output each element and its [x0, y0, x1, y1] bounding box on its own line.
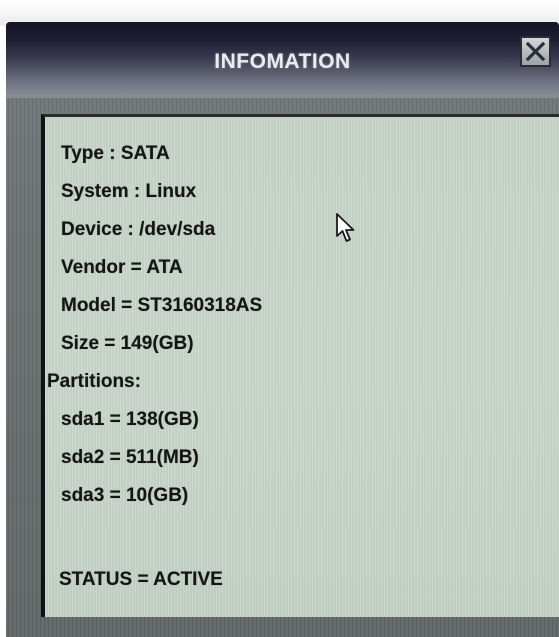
close-button[interactable]: [520, 36, 551, 67]
partition-line-sda1: sda1 = 138(GB): [61, 409, 199, 430]
type-line: Type : SATA: [61, 143, 170, 164]
close-x-icon: [525, 41, 546, 62]
system-line: System : Linux: [61, 181, 197, 202]
vendor-line: Vendor = ATA: [61, 257, 183, 278]
partition-line-sda2: sda2 = 511(MB): [61, 447, 199, 468]
model-line: Model = ST3160318AS: [61, 295, 263, 316]
device-line: Device : /dev/sda: [61, 219, 216, 240]
dialog-titlebar[interactable]: INFOMATION: [6, 22, 559, 98]
info-panel: Type : SATA System : Linux Device : /dev…: [41, 114, 559, 617]
partition-line-sda3: sda3 = 10(GB): [61, 485, 189, 506]
partitions-label: Partitions:: [47, 371, 141, 392]
dialog-title: INFOMATION: [214, 50, 351, 73]
information-dialog: INFOMATION Type : SATA System : Linux De…: [6, 22, 559, 637]
size-line: Size = 149(GB): [61, 333, 194, 354]
mouse-pointer-icon: [335, 212, 357, 249]
status-line: STATUS = ACTIVE: [59, 569, 223, 590]
